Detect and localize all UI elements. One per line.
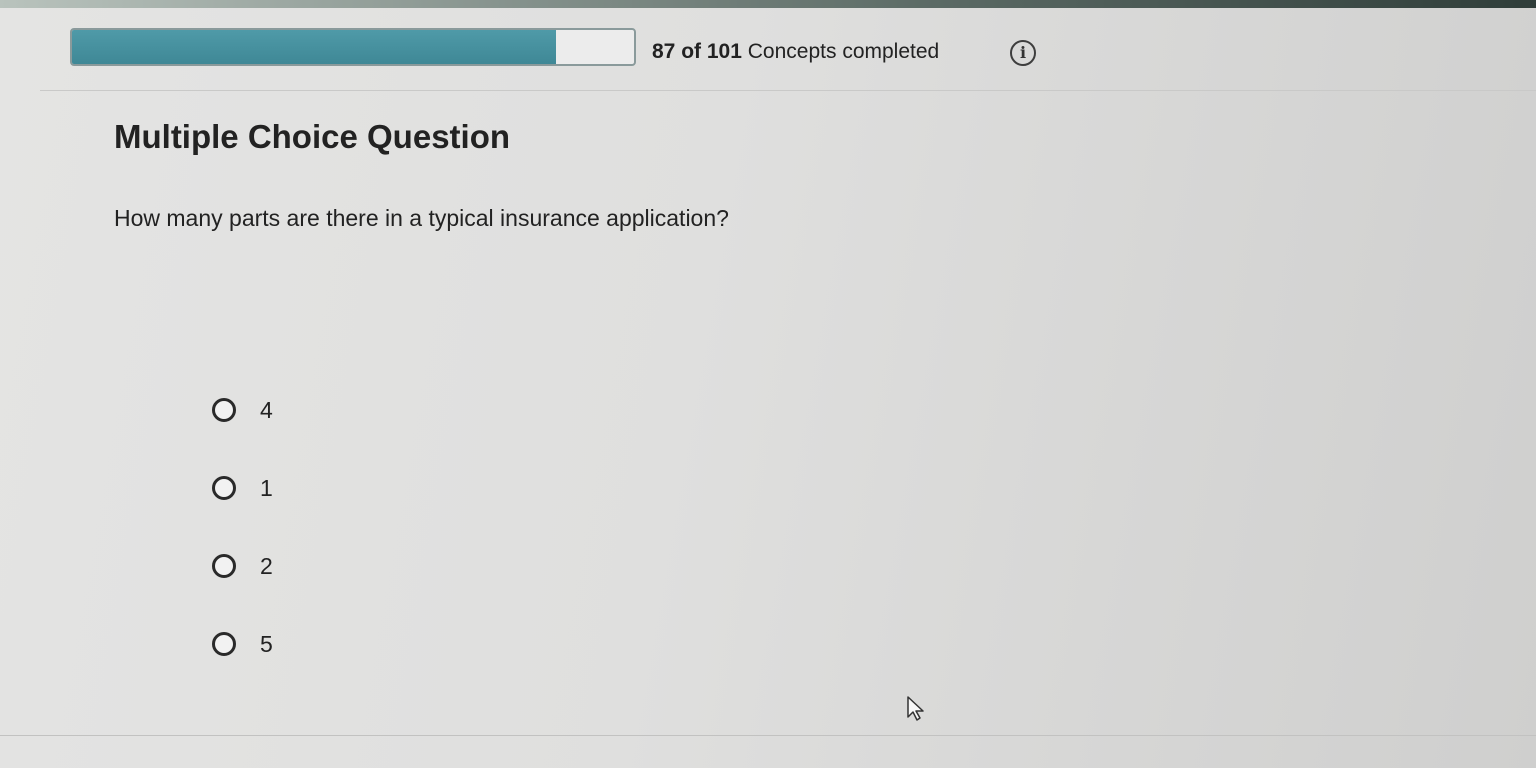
progress-bar-fill (72, 30, 556, 64)
question-type-heading: Multiple Choice Question (114, 118, 511, 155)
progress-completed-count: 87 (652, 40, 676, 63)
radio-button[interactable] (212, 632, 236, 656)
choice-option-1[interactable]: 4 (212, 390, 273, 430)
mouse-cursor-icon (907, 696, 924, 721)
choice-label: 4 (260, 396, 273, 423)
progress-suffix: Concepts completed (747, 40, 940, 63)
choice-label: 2 (260, 552, 273, 579)
progress-area: 87 of 101 Concepts completed i (70, 28, 1070, 78)
question-prompt: How many parts are there in a typical in… (114, 205, 729, 231)
radio-button[interactable] (212, 554, 236, 578)
answer-choices: 4 1 2 5 (212, 390, 273, 702)
progress-text: 87 of 101 Concepts completed (652, 40, 939, 64)
choice-option-2[interactable]: 1 (212, 468, 273, 508)
info-icon[interactable]: i (1010, 40, 1036, 66)
choice-label: 1 (260, 474, 273, 501)
choice-option-4[interactable]: 5 (212, 624, 273, 664)
progress-bar (70, 28, 636, 66)
choice-option-3[interactable]: 2 (212, 546, 273, 586)
window-top-edge (0, 0, 1536, 8)
header-divider (40, 90, 1536, 91)
progress-total-count: 101 (706, 40, 742, 63)
choice-label: 5 (260, 630, 273, 657)
radio-button[interactable] (212, 398, 236, 422)
progress-of-word: of (681, 40, 702, 63)
bottom-divider (0, 735, 1536, 736)
radio-button[interactable] (212, 476, 236, 500)
